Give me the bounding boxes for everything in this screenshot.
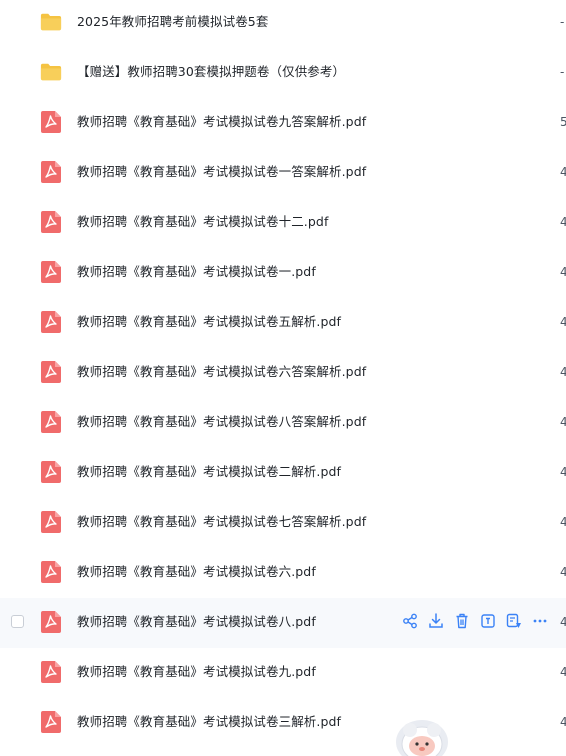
file-name[interactable]: 2025年教师招聘考前模拟试卷5套 — [77, 13, 268, 31]
file-name[interactable]: 教师招聘《教育基础》考试模拟试卷五解析.pdf — [77, 313, 341, 331]
file-name[interactable]: 【赠送】教师招聘30套模拟押题卷（仅供参考） — [77, 63, 345, 81]
pdf-icon — [41, 661, 61, 683]
file-row[interactable]: 教师招聘《教育基础》考试模拟试卷八答案解析.pdf 4 — [0, 398, 566, 448]
folder-icon — [40, 63, 62, 81]
pdf-icon — [41, 711, 61, 733]
file-size: 4 — [560, 315, 566, 329]
folder-icon — [40, 13, 62, 31]
file-size: 4 — [560, 665, 566, 679]
pdf-icon — [41, 311, 61, 333]
file-row[interactable]: 教师招聘《教育基础》考试模拟试卷一答案解析.pdf 4 — [0, 148, 566, 198]
file-row[interactable]: 教师招聘《教育基础》考试模拟试卷九.pdf 4 — [0, 648, 566, 698]
download-icon[interactable] — [427, 612, 445, 630]
file-row[interactable]: 教师招聘《教育基础》考试模拟试卷九答案解析.pdf 5 — [0, 98, 566, 148]
file-row[interactable]: 教师招聘《教育基础》考试模拟试卷七答案解析.pdf 4 — [0, 498, 566, 548]
pdf-icon — [41, 511, 61, 533]
assistant-avatar-icon[interactable] — [392, 712, 452, 756]
file-row[interactable]: 教师招聘《教育基础》考试模拟试卷八.pdf 4 — [0, 598, 566, 648]
pdf-icon — [41, 161, 61, 183]
file-name[interactable]: 教师招聘《教育基础》考试模拟试卷六答案解析.pdf — [77, 363, 366, 381]
pdf-icon — [41, 361, 61, 383]
file-name[interactable]: 教师招聘《教育基础》考试模拟试卷三解析.pdf — [77, 713, 341, 731]
file-size: 4 — [560, 165, 566, 179]
file-size: 4 — [560, 515, 566, 529]
file-row[interactable]: 教师招聘《教育基础》考试模拟试卷十二.pdf 4 — [0, 198, 566, 248]
file-row[interactable]: 教师招聘《教育基础》考试模拟试卷二解析.pdf 4 — [0, 448, 566, 498]
folder-row[interactable]: 【赠送】教师招聘30套模拟押题卷（仅供参考） - — [0, 48, 566, 98]
file-name[interactable]: 教师招聘《教育基础》考试模拟试卷六.pdf — [77, 563, 316, 581]
row-checkbox[interactable] — [11, 615, 24, 628]
file-size: 4 — [560, 215, 566, 229]
file-name[interactable]: 教师招聘《教育基础》考试模拟试卷十二.pdf — [77, 213, 328, 231]
row-actions — [401, 612, 549, 632]
file-name[interactable]: 教师招聘《教育基础》考试模拟试卷九.pdf — [77, 663, 316, 681]
file-name[interactable]: 教师招聘《教育基础》考试模拟试卷二解析.pdf — [77, 463, 341, 481]
file-size: 4 — [560, 415, 566, 429]
file-size: 4 — [560, 565, 566, 579]
file-size: 5 — [560, 115, 566, 129]
rename-icon[interactable] — [479, 612, 497, 630]
pdf-icon — [41, 211, 61, 233]
file-list: 2025年教师招聘考前模拟试卷5套 - 【赠送】教师招聘30套模拟押题卷（仅供参考）… — [0, 0, 566, 750]
pdf-icon — [41, 561, 61, 583]
file-row[interactable]: 教师招聘《教育基础》考试模拟试卷三解析.pdf 4 — [0, 698, 566, 748]
file-size: - — [560, 65, 565, 79]
ai-assistant-icon[interactable] — [505, 612, 523, 630]
file-name[interactable]: 教师招聘《教育基础》考试模拟试卷八答案解析.pdf — [77, 413, 366, 431]
delete-icon[interactable] — [453, 612, 471, 630]
file-size: 4 — [560, 365, 566, 379]
file-row[interactable]: 教师招聘《教育基础》考试模拟试卷一.pdf 4 — [0, 248, 566, 298]
file-row[interactable]: 教师招聘《教育基础》考试模拟试卷六答案解析.pdf 4 — [0, 348, 566, 398]
more-icon[interactable] — [531, 612, 549, 630]
file-size: 4 — [560, 615, 566, 629]
file-size: - — [560, 15, 565, 29]
file-name[interactable]: 教师招聘《教育基础》考试模拟试卷七答案解析.pdf — [77, 513, 366, 531]
file-row[interactable]: 教师招聘《教育基础》考试模拟试卷六.pdf 4 — [0, 548, 566, 598]
pdf-icon — [41, 461, 61, 483]
file-size: 4 — [560, 265, 566, 279]
pdf-icon — [41, 111, 61, 133]
pdf-icon — [41, 411, 61, 433]
file-name[interactable]: 教师招聘《教育基础》考试模拟试卷一答案解析.pdf — [77, 163, 366, 181]
pdf-icon — [41, 261, 61, 283]
file-name[interactable]: 教师招聘《教育基础》考试模拟试卷九答案解析.pdf — [77, 113, 366, 131]
pdf-icon — [41, 611, 61, 633]
folder-row[interactable]: 2025年教师招聘考前模拟试卷5套 - — [0, 0, 566, 48]
share-icon[interactable] — [401, 612, 419, 630]
file-size: 4 — [560, 465, 566, 479]
file-size: 4 — [560, 715, 566, 729]
file-name[interactable]: 教师招聘《教育基础》考试模拟试卷八.pdf — [77, 613, 316, 631]
file-name[interactable]: 教师招聘《教育基础》考试模拟试卷一.pdf — [77, 263, 316, 281]
file-row[interactable]: 教师招聘《教育基础》考试模拟试卷五解析.pdf 4 — [0, 298, 566, 348]
